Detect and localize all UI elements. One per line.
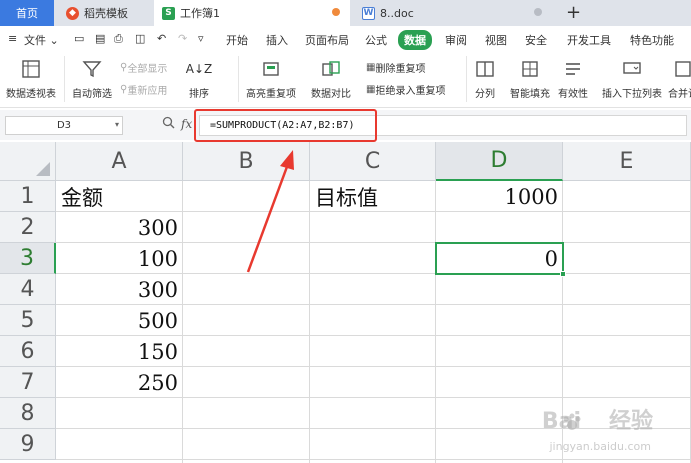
watermark-url: jingyan.baidu.com — [549, 440, 651, 453]
watermark-logo: Bai 经验 — [542, 403, 653, 435]
paw-icon — [563, 413, 581, 430]
spreadsheet-app: 首页 ◆ 稻壳模板 S 工作簿1 W 8..doc + ≡ 文件 ⌄ ▭ ▤ ⎙… — [0, 0, 691, 463]
annotation-arrow — [246, 150, 294, 273]
watermark-brand-2: 经验 — [608, 409, 653, 434]
